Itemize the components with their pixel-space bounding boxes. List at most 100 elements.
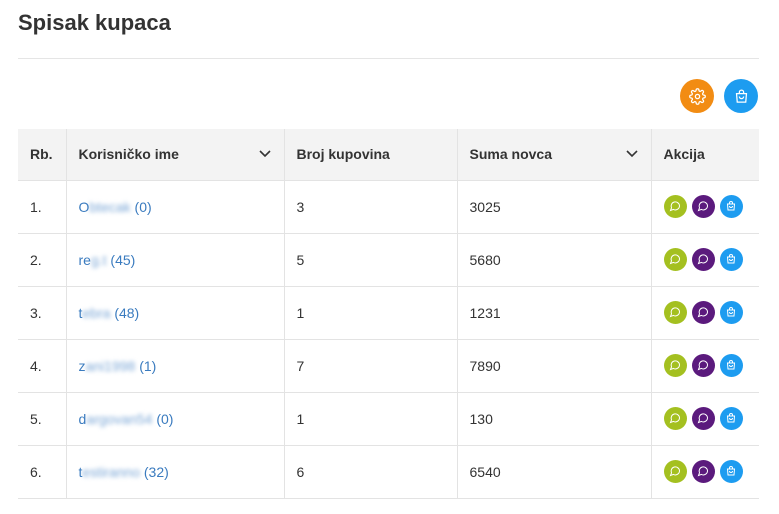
- table-row: 5. dargovan54 (0) 1 130: [18, 392, 759, 446]
- chat-icon: [669, 411, 681, 427]
- cell-rb: 1.: [18, 180, 67, 234]
- cell-sum: 5680: [457, 233, 652, 287]
- purchases-button[interactable]: [719, 301, 743, 324]
- header-username[interactable]: Korisničko ime: [66, 129, 285, 181]
- chat-icon: [669, 358, 681, 374]
- header-actions: Akcija: [651, 129, 759, 181]
- username-start: re: [78, 251, 91, 268]
- shopping-bag-icon: [725, 411, 737, 427]
- chevron-down-icon[interactable]: [625, 147, 639, 161]
- message-button[interactable]: [663, 195, 687, 218]
- chat-icon: [697, 464, 709, 480]
- chat-icon: [669, 199, 681, 215]
- cell-actions: [651, 392, 759, 446]
- shopping-bag-icon: [725, 305, 737, 321]
- cell-username: zani1998 (1): [66, 339, 285, 393]
- shopping-bag-icon: [725, 252, 737, 268]
- cell-purchases: 3: [284, 180, 458, 234]
- chat-button[interactable]: [691, 301, 715, 324]
- username-link[interactable]: Obtecak (0): [79, 199, 152, 215]
- table-header-row: Rb. Korisničko ime Broj kupovina Suma no…: [18, 129, 759, 181]
- message-button[interactable]: [663, 460, 687, 483]
- username-link[interactable]: dargovan54 (0): [79, 411, 174, 427]
- table-row: 2. reg.t (45) 5 5680: [18, 233, 759, 287]
- chat-button[interactable]: [691, 407, 715, 430]
- chat-button[interactable]: [691, 460, 715, 483]
- username-count: (48): [114, 304, 140, 321]
- chat-icon: [669, 464, 681, 480]
- username-start: O: [78, 198, 90, 215]
- username-blurred: argovan54: [86, 410, 153, 427]
- username-link[interactable]: zani1998 (1): [79, 358, 157, 374]
- username-link[interactable]: reg.t (45): [79, 252, 136, 268]
- chat-icon: [697, 305, 709, 321]
- customers-table: Rb. Korisničko ime Broj kupovina Suma no…: [18, 129, 759, 499]
- username-link[interactable]: testiranno (32): [79, 464, 169, 480]
- settings-button[interactable]: [680, 79, 714, 113]
- purchases-button[interactable]: [719, 407, 743, 430]
- header-rb: Rb.: [18, 129, 67, 181]
- chevron-down-icon[interactable]: [258, 147, 272, 161]
- username-count: (0): [156, 410, 174, 427]
- cell-purchases: 5: [284, 233, 458, 287]
- username-count: (1): [139, 357, 157, 374]
- table-row: 1. Obtecak (0) 3 3025: [18, 180, 759, 234]
- chat-button[interactable]: [691, 248, 715, 271]
- username-blurred: ani1998: [85, 357, 136, 374]
- chat-icon: [697, 411, 709, 427]
- username-blurred: estiranno: [82, 463, 140, 480]
- username-blurred: btecak: [89, 198, 131, 215]
- cell-purchases: 6: [284, 445, 458, 499]
- shopping-bag-button[interactable]: [724, 79, 758, 113]
- purchases-button[interactable]: [719, 195, 743, 218]
- username-start: z: [78, 357, 86, 374]
- cell-rb: 5.: [18, 392, 67, 446]
- cell-username: testiranno (32): [66, 445, 285, 499]
- cell-sum: 130: [457, 392, 652, 446]
- cell-username: dargovan54 (0): [66, 392, 285, 446]
- header-sum-label: Suma novca: [469, 146, 552, 163]
- table-row: 6. testiranno (32) 6 6540: [18, 445, 759, 499]
- cell-purchases: 1: [284, 392, 458, 446]
- shopping-bag-icon: [725, 358, 737, 374]
- cell-rb: 3.: [18, 286, 67, 340]
- chat-icon: [697, 199, 709, 215]
- chat-icon: [697, 358, 709, 374]
- username-count: (45): [110, 251, 136, 268]
- gear-icon: [688, 87, 706, 105]
- header-username-label: Korisničko ime: [78, 146, 179, 163]
- cell-actions: [651, 286, 759, 340]
- purchases-button[interactable]: [719, 354, 743, 377]
- shopping-bag-icon: [725, 464, 737, 480]
- message-button[interactable]: [663, 301, 687, 324]
- username-link[interactable]: tebra (48): [79, 305, 140, 321]
- cell-actions: [651, 339, 759, 393]
- cell-rb: 4.: [18, 339, 67, 393]
- header-sum[interactable]: Suma novca: [457, 129, 652, 181]
- header-purchases: Broj kupovina: [284, 129, 458, 181]
- username-blurred: g.t: [90, 251, 107, 268]
- cell-actions: [651, 233, 759, 287]
- chat-icon: [669, 252, 681, 268]
- chat-button[interactable]: [691, 354, 715, 377]
- cell-sum: 6540: [457, 445, 652, 499]
- shopping-bag-icon: [735, 89, 747, 103]
- cell-rb: 6.: [18, 445, 67, 499]
- username-blurred: ebra: [82, 304, 111, 321]
- shopping-bag-icon: [725, 199, 737, 215]
- cell-sum: 7890: [457, 339, 652, 393]
- message-button[interactable]: [663, 407, 687, 430]
- message-button[interactable]: [663, 354, 687, 377]
- chat-button[interactable]: [691, 195, 715, 218]
- chat-icon: [697, 252, 709, 268]
- cell-purchases: 1: [284, 286, 458, 340]
- cell-username: reg.t (45): [66, 233, 285, 287]
- username-count: (32): [143, 463, 169, 480]
- cell-sum: 1231: [457, 286, 652, 340]
- cell-actions: [651, 180, 759, 234]
- purchases-button[interactable]: [719, 460, 743, 483]
- message-button[interactable]: [663, 248, 687, 271]
- username-count: (0): [134, 198, 152, 215]
- divider: [18, 58, 759, 59]
- purchases-button[interactable]: [719, 248, 743, 271]
